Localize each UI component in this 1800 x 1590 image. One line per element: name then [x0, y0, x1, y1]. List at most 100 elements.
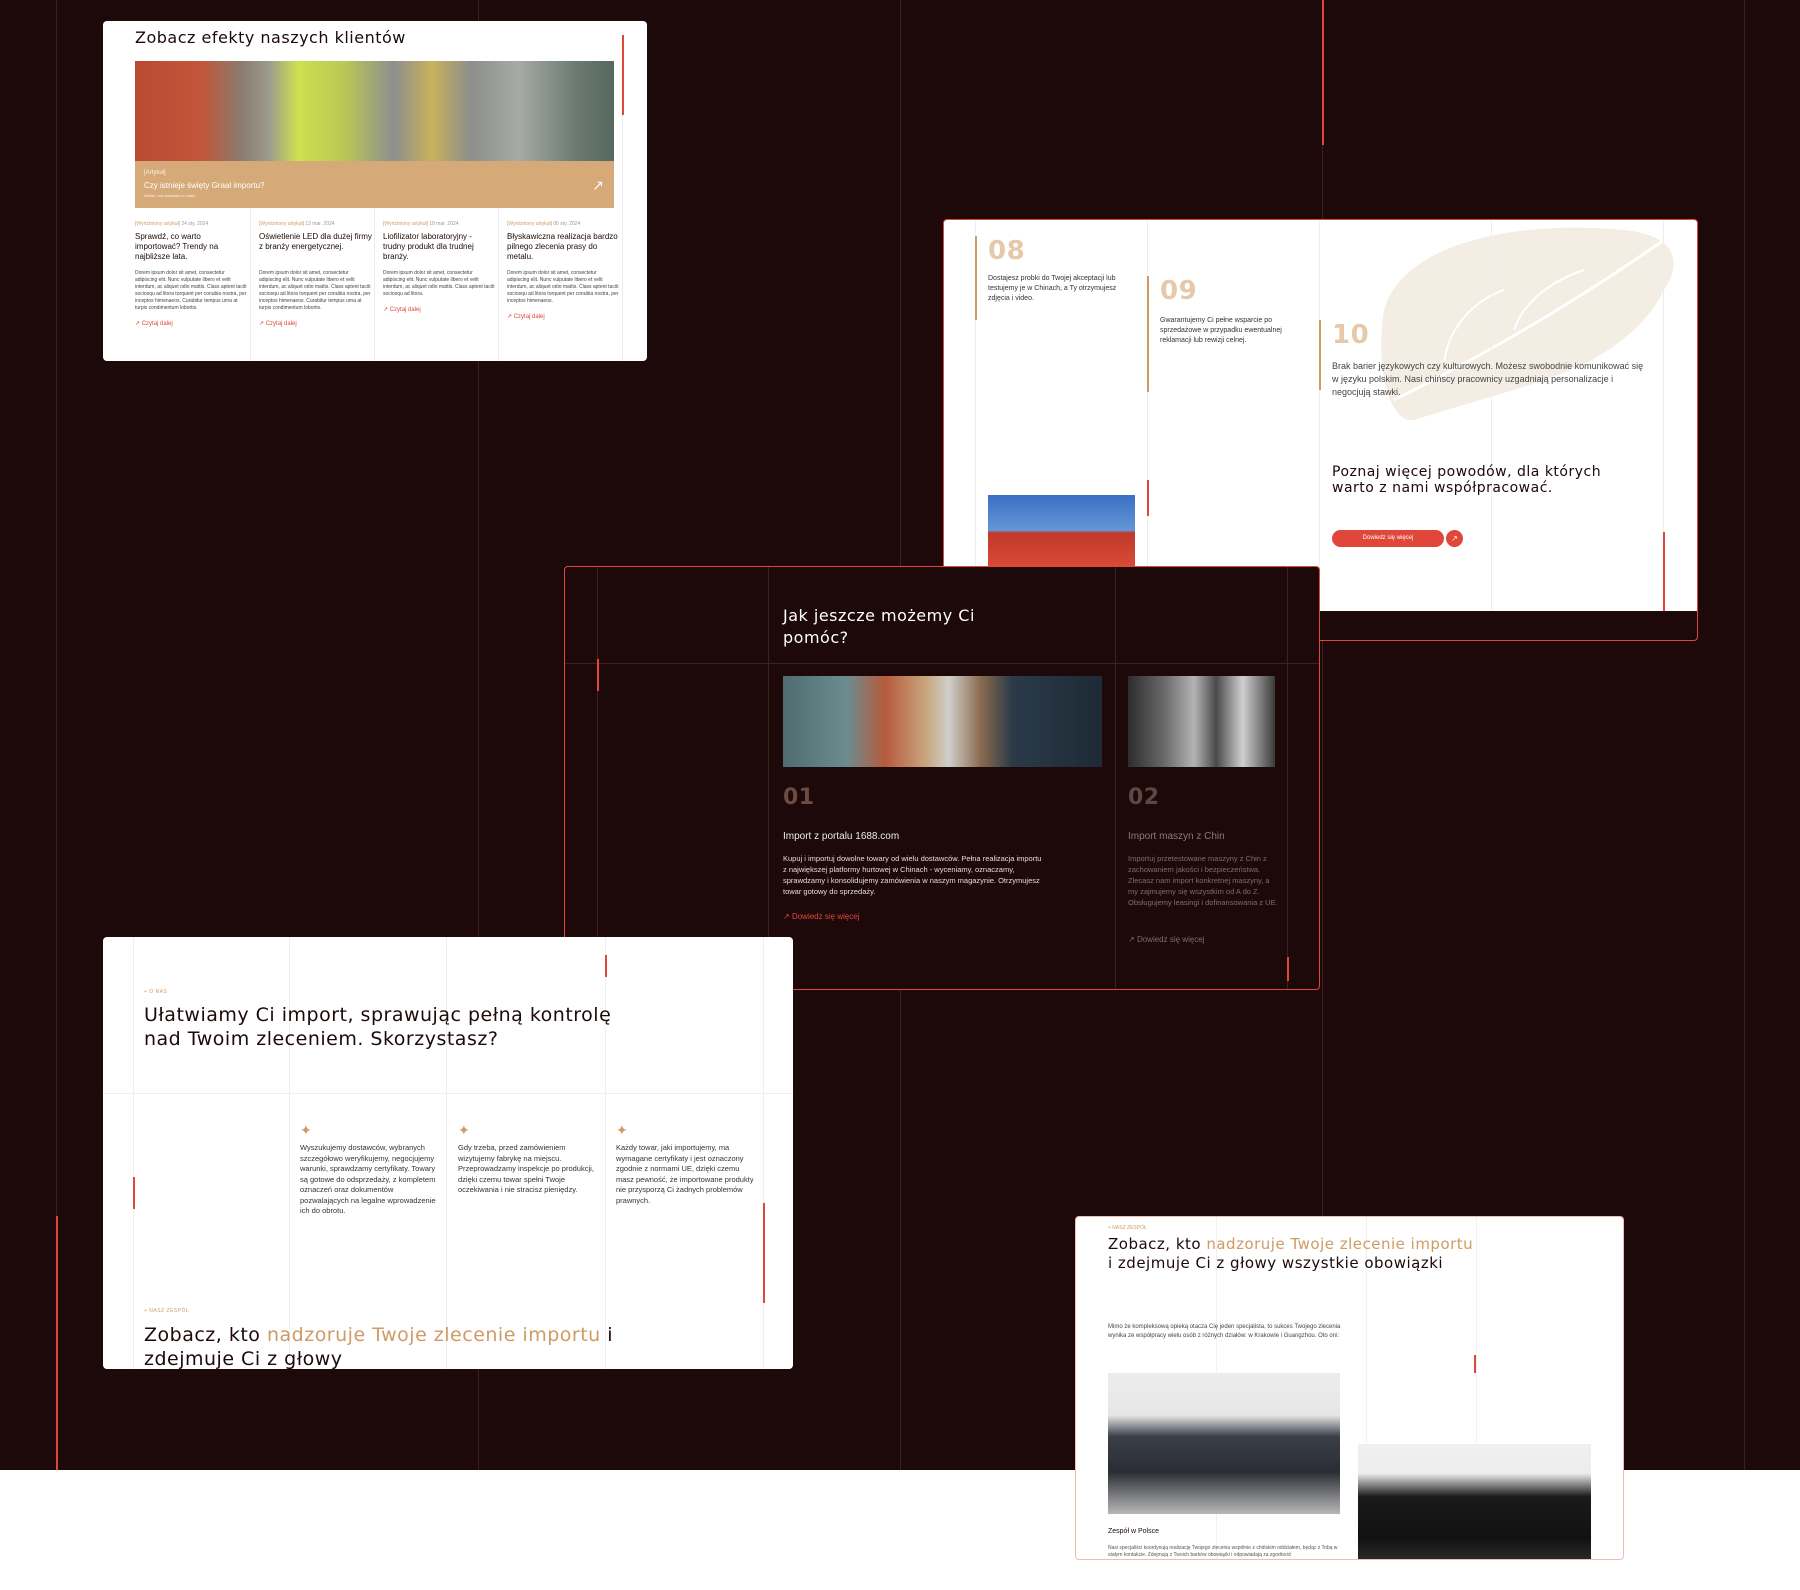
poland-team-photo [1108, 1373, 1340, 1514]
grid-line [763, 937, 764, 1369]
sparkle-icon: ✦ [458, 1122, 470, 1138]
team-title: Zobacz, kto nadzoruje Twoje zlecenie imp… [144, 1323, 624, 1369]
arrow-up-right-icon: ↗ [259, 321, 265, 327]
arrow-up-right-icon[interactable]: ↗ [592, 177, 604, 194]
article-meta: [Wyróżniony artykuł] 13 mar. 2024 [259, 221, 372, 227]
leaf-watermark-icon [1381, 227, 1674, 421]
machinery-image [1128, 676, 1275, 767]
read-more-link[interactable]: ↗ Czytaj dalej [259, 320, 372, 327]
team-title-highlight: nadzoruje Twoje zlecenie importu [266, 1324, 601, 1346]
article-category: [Wyróżniony artykuł] [507, 221, 552, 227]
service-title: Import maszyn z Chin [1128, 831, 1225, 842]
section-eyebrow: + NASZ ZESPÓŁ [1108, 1225, 1147, 1231]
article-excerpt: Dorem ipsum dolor sit amet, consectetur … [135, 270, 247, 311]
china-team-photo [1358, 1444, 1591, 1559]
grid-line [103, 1093, 793, 1094]
article-excerpt: Dorem ipsum dolor sit amet, consectetur … [259, 270, 371, 311]
grid-line [133, 937, 134, 1369]
accent-line [56, 1216, 58, 1470]
service-title: Import z portalu 1688.com [783, 831, 900, 842]
grid-line [1491, 220, 1492, 613]
article-category: [Wyróżniony artykuł] [259, 221, 304, 227]
cta-title: Poznaj więcej powodów, dla których warto… [1332, 464, 1602, 496]
article-date: 13 mar. 2024 [305, 221, 335, 227]
article-category: [Wyróżniony artykuł] [135, 221, 180, 227]
section-title: Zobacz efekty naszych klientów [135, 28, 406, 47]
section-title: Ułatwiamy Ci import, sprawując pełną kon… [144, 1004, 612, 1050]
grid-line [1115, 567, 1116, 989]
arrow-up-right-icon: ↗ [135, 321, 141, 327]
team-title-start: Zobacz, kto [144, 1324, 267, 1346]
article-heading: Oświetlenie LED dla dużej firmy z branży… [259, 232, 372, 251]
read-more-link[interactable]: ↗ Czytaj dalej [135, 320, 248, 327]
read-more-label: Czytaj dalej [141, 321, 173, 327]
hero-image [135, 61, 614, 161]
service-number: 01 [783, 785, 815, 810]
article-meta: [Wyróżniony artykuł] 18 mar. 2024 [383, 221, 496, 227]
article-heading: Liofilizator laboratoryjny - trudny prod… [383, 232, 474, 261]
team-card: + NASZ ZESPÓŁ Zobacz, kto nadzoruje Twoj… [1075, 1216, 1624, 1560]
reason-text: Dostajesz probki do Twojej akceptacji lu… [988, 275, 1117, 302]
team-caption: Zespół w Polsce [1108, 1528, 1159, 1535]
reason-text: Gwarantujemy Ci pełne wsparcie po sprzed… [1160, 317, 1282, 344]
article-card[interactable]: [Wyróżniony artykuł] 18 mar. 2024 Liofil… [383, 221, 496, 313]
reason-number: 08 [988, 236, 1026, 266]
read-more-link[interactable]: ↗ Czytaj dalej [383, 306, 496, 313]
accent-line [1474, 1355, 1476, 1373]
arrow-up-right-icon: ↗ [783, 912, 790, 921]
service-description: Importuj przetestowane maszyny z Chin z … [1128, 854, 1278, 907]
featured-article-banner[interactable]: [Artykuł] Czy istnieje święty Graal impo… [135, 161, 614, 208]
service-description: Kupuj i importuj dowolne towary od wielu… [783, 854, 1042, 896]
learn-more-link[interactable]: ↗ Dowiedz się więcej [783, 912, 860, 921]
article-meta: [Wyróżniony artykuł] 06 sty. 2024 [507, 221, 620, 227]
team-intro: Mimo że kompleksową opieką otacza Cię je… [1108, 1324, 1341, 1339]
reason-text: Brak barier językowych czy kulturowych. … [1332, 361, 1644, 397]
grid-line [1319, 220, 1320, 613]
team-caption-text: Nasi specjaliści koordynują realizację T… [1108, 1545, 1338, 1558]
title-end: i zdejmuje Ci z głowy wszystkie obowiązk… [1108, 1254, 1444, 1272]
article-heading: Błyskawiczna realizacja bardzo pilnego z… [507, 232, 618, 261]
article-subtitle: Wiedz, czy wszystko w sobie [144, 193, 196, 198]
sparkle-icon: ✦ [616, 1122, 628, 1138]
article-card[interactable]: [Wyróżniony artykuł] 24 sty. 2024 Sprawd… [135, 221, 248, 327]
feature-text: Wyszukujemy dostawców, wybranych szczegó… [300, 1143, 436, 1215]
accent-line [1147, 276, 1149, 392]
reason-number: 09 [1160, 276, 1198, 306]
article-excerpt: Dorem ipsum dolor sit amet, consectetur … [507, 270, 619, 304]
services-card: Jak jeszcze możemy Ci pomóc? 01 Import z… [564, 566, 1320, 990]
article-card[interactable]: [Wyróżniony artykuł] 06 sty. 2024 Błyska… [507, 221, 620, 320]
grid-line [1287, 567, 1288, 989]
grid-line [768, 567, 769, 989]
arrow-up-right-icon: ↗ [1128, 935, 1135, 944]
laptop-image [783, 676, 1102, 767]
learn-more-label: Dowiedz się więcej [791, 912, 860, 921]
article-heading: Sprawdź, co warto importować? Trendy na … [135, 232, 219, 261]
article-card[interactable]: [Wyróżniony artykuł] 13 mar. 2024 Oświet… [259, 221, 372, 327]
article-category: [Wyróżniony artykuł] [383, 221, 428, 227]
read-more-label: Czytaj dalej [513, 314, 545, 320]
read-more-link[interactable]: ↗ Czytaj dalej [507, 313, 620, 320]
feature-text: Każdy towar, jaki importujemy, ma wymaga… [616, 1143, 754, 1205]
accent-line [1147, 480, 1149, 516]
accent-line [975, 236, 977, 320]
learn-more-link[interactable]: ↗ Dowiedz się więcej [1128, 935, 1205, 944]
accent-line [1322, 0, 1324, 145]
section-title: Jak jeszcze możemy Ci pomóc? [783, 606, 975, 647]
sparkle-icon: ✦ [300, 1122, 312, 1138]
read-more-label: Czytaj dalej [265, 321, 297, 327]
read-more-label: Czytaj dalej [389, 307, 421, 313]
article-date: 06 sty. 2024 [553, 221, 581, 227]
arrow-up-right-icon[interactable]: ↗ [1446, 530, 1463, 547]
accent-line [597, 659, 599, 691]
accent-line [763, 1203, 765, 1303]
arrow-up-right-icon: ↗ [383, 307, 389, 313]
service-number: 02 [1128, 785, 1160, 810]
accent-line [1287, 957, 1289, 981]
article-date: 18 mar. 2024 [429, 221, 459, 227]
learn-more-label: Dowiedz się więcej [1136, 935, 1205, 944]
learn-more-button[interactable]: Dowiedz się więcej [1332, 530, 1444, 547]
article-meta: [Wyróżniony artykuł] 24 sty. 2024 [135, 221, 248, 227]
section-eyebrow: + O NAS [144, 989, 168, 995]
team-eyebrow: + NASZ ZESPÓŁ [144, 1308, 190, 1314]
grid-line [605, 937, 606, 1369]
